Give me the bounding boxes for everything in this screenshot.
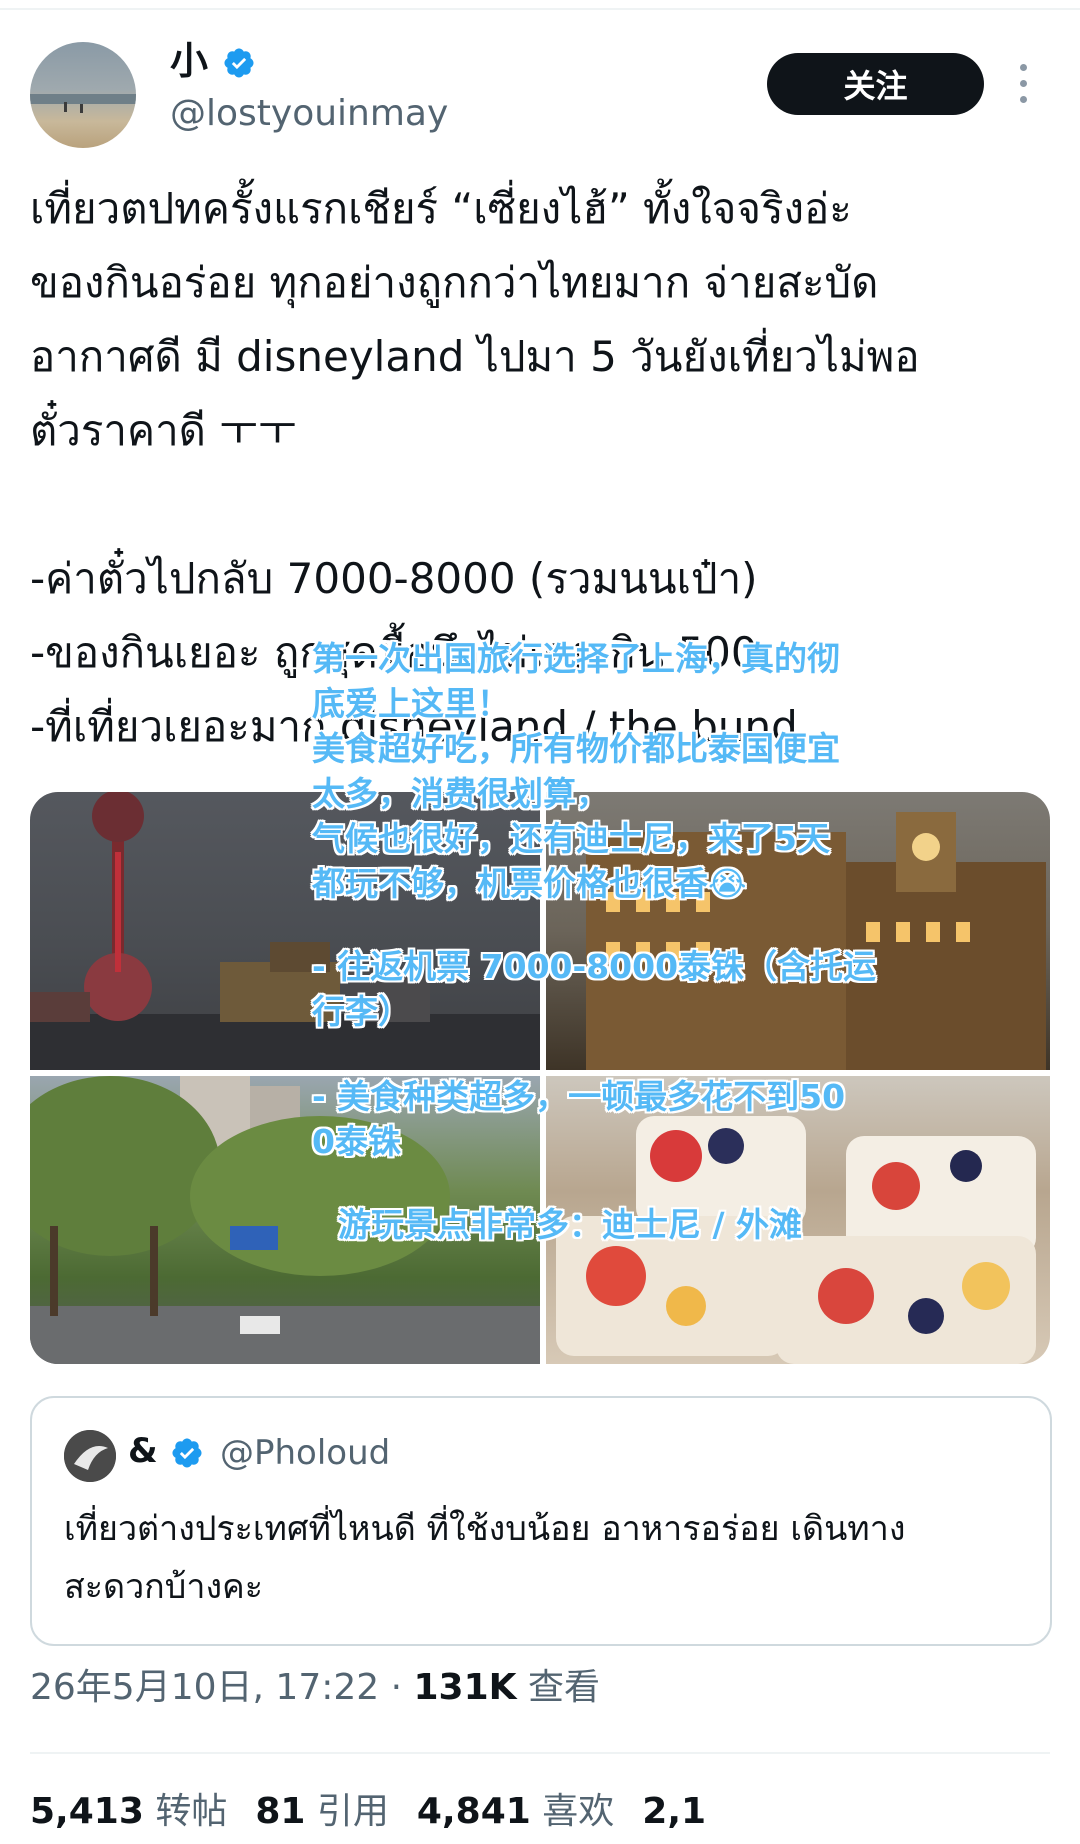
tweet-line: ตั๋วราคาดี ㅜㅜ bbox=[30, 406, 297, 455]
top-divider bbox=[0, 8, 1080, 10]
user-handle[interactable]: @lostyouinmay bbox=[170, 96, 448, 132]
quotes-stat[interactable]: 81 引用 bbox=[255, 1791, 389, 1832]
more-options-icon[interactable] bbox=[1016, 64, 1032, 104]
verified-badge-icon bbox=[224, 48, 254, 78]
quoted-line: เที่ยวต่างประเทศที่ไหนดี ที่ใช้งบน้อย อา… bbox=[64, 1509, 906, 1549]
reposts-stat[interactable]: 5,413 转帖 bbox=[30, 1791, 227, 1832]
avatar[interactable] bbox=[30, 42, 136, 148]
views-count: 131K bbox=[413, 1667, 517, 1708]
bookmarks-stat[interactable]: 2,1 bbox=[642, 1791, 706, 1832]
divider bbox=[30, 1752, 1050, 1754]
verified-badge-icon bbox=[172, 1438, 202, 1468]
follow-button[interactable]: 关注 bbox=[767, 53, 984, 115]
engagement-stats: 5,413 转帖 81 引用 4,841 喜欢 2,1 bbox=[30, 1794, 706, 1830]
tweet-line: -ค่าตั๋วไปกลับ 7000-8000 (รวมนนเป๋า) bbox=[30, 554, 758, 603]
views-label: 查看 bbox=[516, 1667, 600, 1708]
display-name[interactable]: 小 bbox=[170, 42, 208, 80]
timestamp[interactable]: 26年5月10日, 17:22 · bbox=[30, 1667, 413, 1708]
likes-stat[interactable]: 4,841 喜欢 bbox=[417, 1791, 614, 1832]
tweet-line bbox=[30, 468, 1050, 542]
tweet-line: เที่ยวตปทครั้งแรกเชียร์ “เซี่ยงไฮ้” ทั้ง… bbox=[30, 184, 852, 233]
watermark bbox=[740, 1786, 1070, 1836]
quoted-display-name[interactable]: & bbox=[128, 1434, 158, 1468]
quoted-line: สะดวกบ้างคะ bbox=[64, 1567, 264, 1607]
tweet-line: ของกินอร่อย ทุกอย่างถูกกว่าไทยมาก จ่ายสะ… bbox=[30, 258, 879, 307]
translation-overlay-block1: 第一次出国旅行选择了上海，真的彻 底爱上这里！ 美食超好吃，所有物价都比泰国便宜… bbox=[312, 639, 840, 903]
translation-overlay-block4: 游玩景点非常多：迪士尼 / 外滩 bbox=[338, 1205, 803, 1244]
quoted-avatar[interactable] bbox=[64, 1430, 116, 1482]
quoted-tweet-text: เที่ยวต่างประเทศที่ไหนดี ที่ใช้งบน้อย อา… bbox=[64, 1500, 1024, 1616]
translation-overlay-block2: - 往返机票 7000-8000泰铢（含托运 行李） bbox=[312, 947, 877, 1031]
tweet-line: อากาศดี มี disneyland ไปมา 5 วันยังเที่ย… bbox=[30, 332, 920, 381]
tweet-meta: 26年5月10日, 17:22 · 131K 查看 bbox=[30, 1670, 600, 1706]
quoted-handle[interactable]: @Pholoud bbox=[220, 1436, 390, 1470]
translation-overlay-block3: - 美食种类超多，一顿最多花不到50 0泰铢 bbox=[312, 1077, 846, 1161]
